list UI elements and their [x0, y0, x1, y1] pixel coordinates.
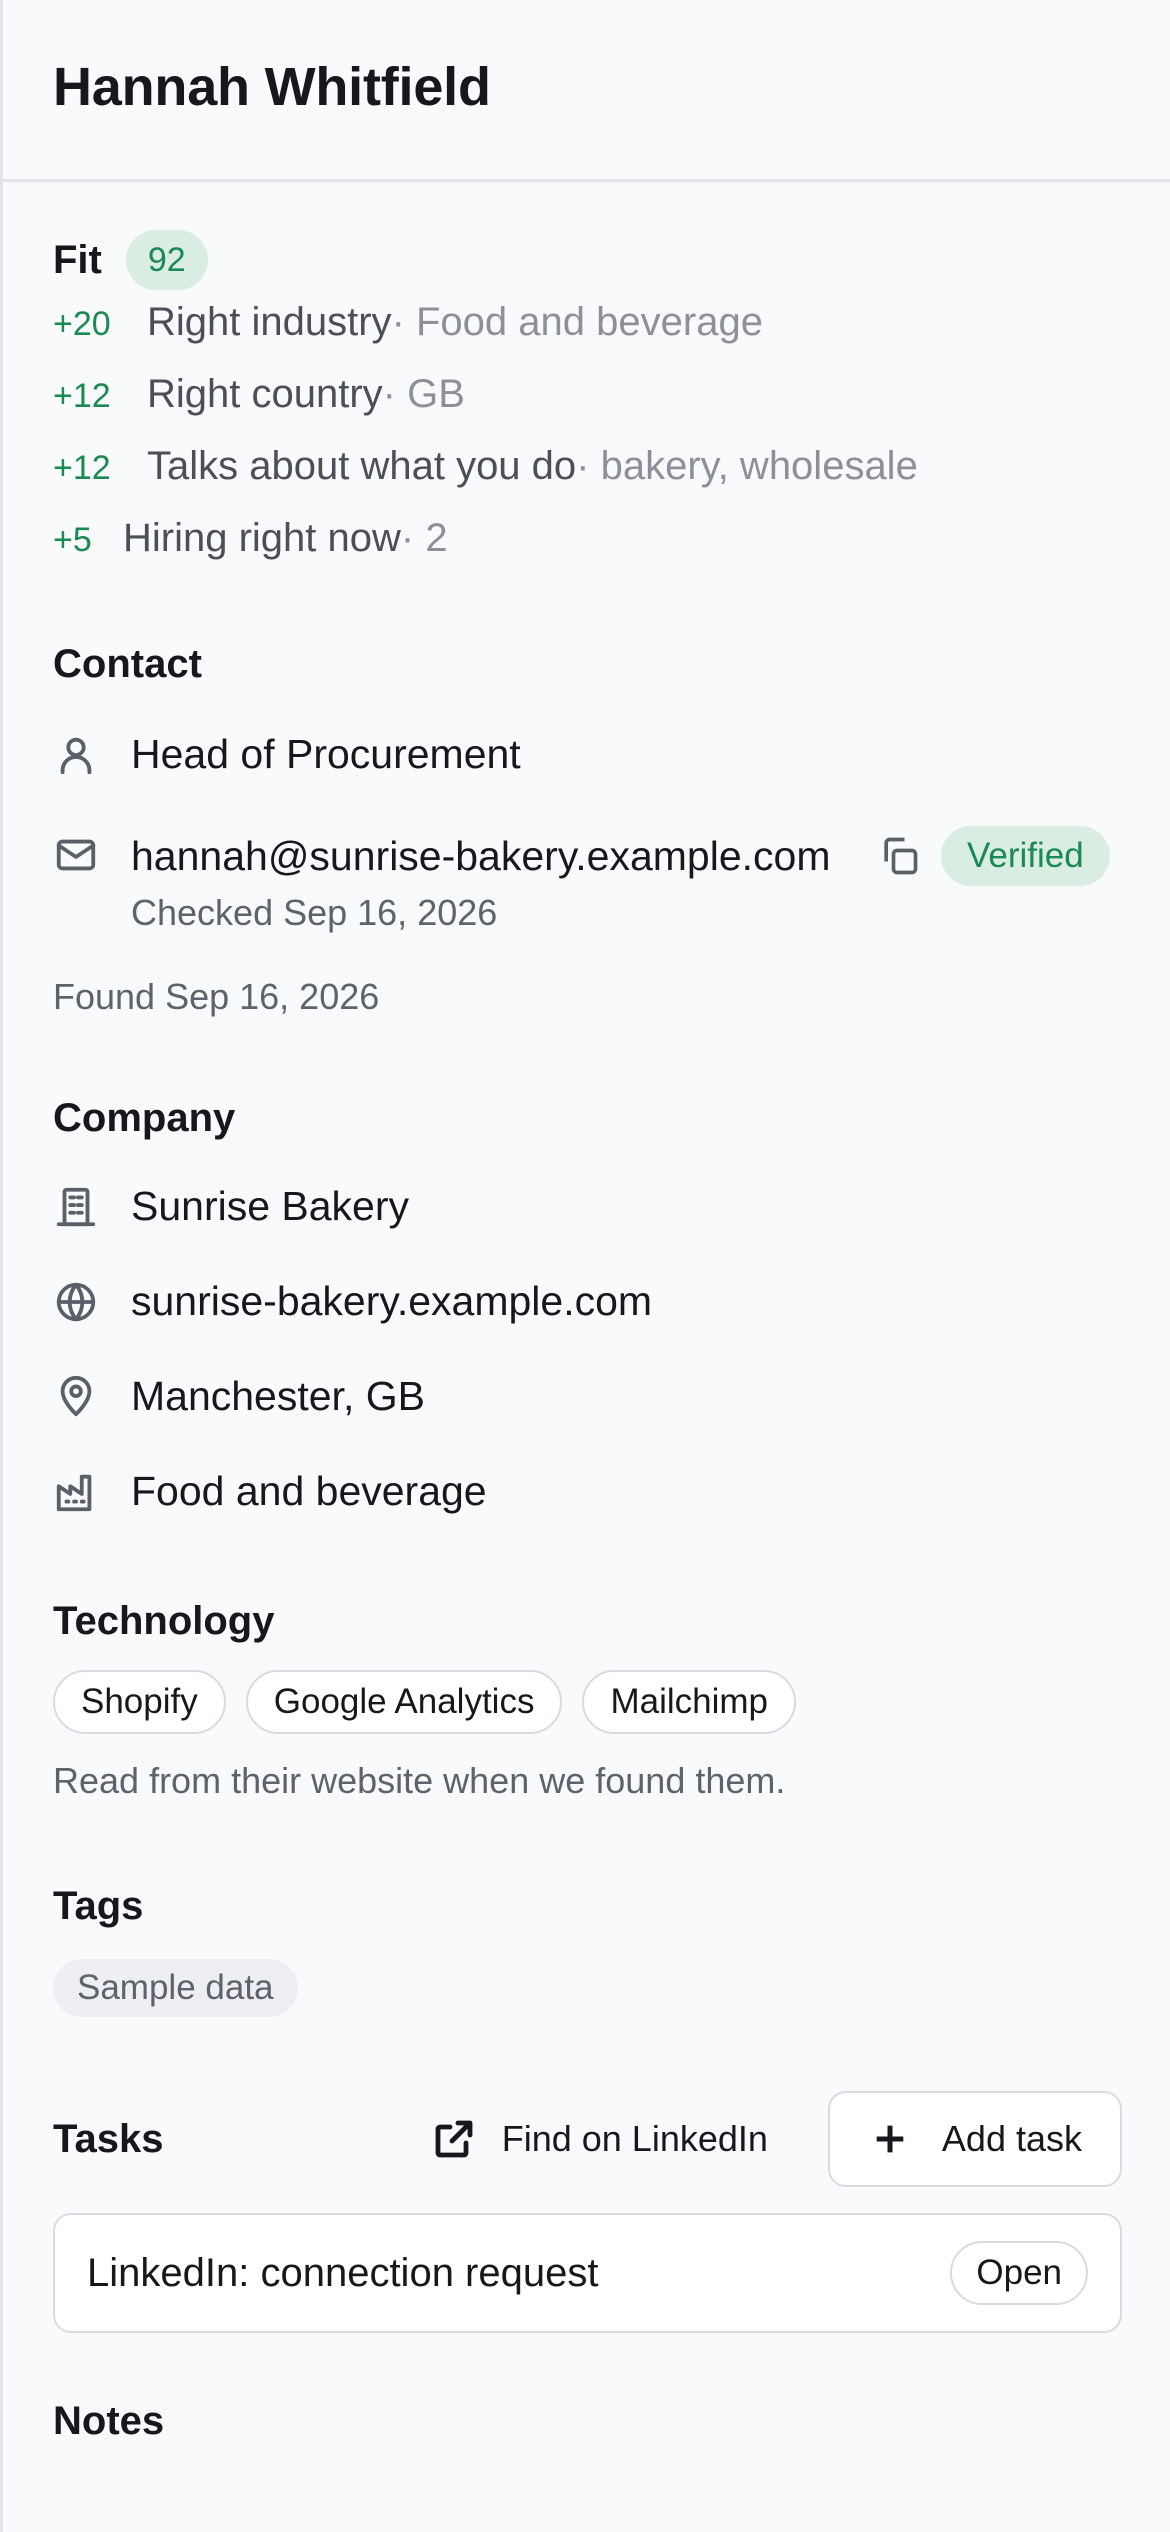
- map-pin-icon: [53, 1374, 131, 1420]
- found-date: Found Sep 16, 2026: [53, 976, 380, 1017]
- company-section: Company Sunrise Bakery sunrise-bakery.ex…: [53, 1096, 1122, 1515]
- fit-detail: bakery, wholesale: [576, 444, 918, 489]
- add-task-button[interactable]: Add task: [827, 2091, 1122, 2187]
- company-name: Sunrise Bakery: [131, 1183, 410, 1229]
- find-on-linkedin-label: Find on LinkedIn: [501, 2118, 768, 2159]
- fit-row: +12 Talks about what you do bakery, whol…: [53, 434, 1122, 506]
- industry-row: Food and beverage: [53, 1468, 1122, 1515]
- job-title: Head of Procurement: [131, 731, 521, 777]
- tasks-header: Tasks Find on LinkedIn Add task: [53, 2091, 1122, 2187]
- location-row: Manchester, GB: [53, 1373, 1122, 1420]
- building-icon: [53, 1184, 131, 1230]
- technology-title: Technology: [53, 1599, 275, 1643]
- tags-title: Tags: [53, 1884, 144, 1928]
- email-row: hannah@sunrise-bakery.example.com Verifi…: [53, 826, 1122, 934]
- task-item[interactable]: LinkedIn: connection request Open: [53, 2213, 1122, 2333]
- fit-row: +12 Right country GB: [53, 362, 1122, 434]
- fit-points: +12: [53, 377, 111, 415]
- email-checked-date: Checked Sep 16, 2026: [131, 892, 498, 933]
- fit-points: +5: [53, 521, 92, 559]
- globe-icon: [53, 1279, 131, 1325]
- verified-badge: Verified: [941, 826, 1110, 886]
- fit-header: Fit 92: [53, 230, 1122, 290]
- external-link-icon: [435, 2120, 473, 2158]
- find-on-linkedin-button[interactable]: Find on LinkedIn: [430, 2115, 768, 2163]
- fit-title: Fit: [53, 237, 102, 282]
- technology-note: Read from their website when we found th…: [53, 1760, 786, 1801]
- fit-label: Right country: [147, 372, 383, 416]
- fit-row: +5 Hiring right now 2: [53, 506, 1122, 578]
- technology-pill: Mailchimp: [582, 1670, 797, 1734]
- job-title-row: Head of Procurement: [53, 731, 1122, 778]
- fit-detail: GB: [383, 372, 465, 417]
- technology-pill: Shopify: [53, 1670, 226, 1734]
- contact-section: Contact Head of Procurement hannah@sunri…: [53, 642, 1122, 1018]
- tasks-title: Tasks: [53, 2116, 164, 2161]
- header: Hannah Whitfield: [3, 0, 1170, 182]
- website-row: sunrise-bakery.example.com: [53, 1278, 1122, 1325]
- fit-points: +20: [53, 305, 111, 343]
- detail-panel: Fit 92 +20 Right industry Food and bever…: [3, 230, 1170, 2444]
- notes-title: Notes: [53, 2399, 165, 2443]
- fit-points: +12: [53, 449, 111, 487]
- factory-icon: [53, 1469, 131, 1515]
- fit-row: +20 Right industry Food and beverage: [53, 290, 1122, 362]
- company-title: Company: [53, 1096, 236, 1140]
- page-title: Hannah Whitfield: [53, 57, 491, 117]
- fit-detail: 2: [401, 516, 447, 561]
- technology-list: Shopify Google Analytics Mailchimp: [53, 1670, 1122, 1734]
- fit-label: Talks about what you do: [147, 444, 577, 488]
- tag-pill: Sample data: [53, 1959, 298, 2017]
- company-name-row: Sunrise Bakery: [53, 1183, 1122, 1230]
- email-address[interactable]: hannah@sunrise-bakery.example.com: [131, 833, 851, 880]
- company-location: Manchester, GB: [131, 1373, 425, 1419]
- task-status-badge[interactable]: Open: [950, 2241, 1088, 2305]
- fit-detail: Food and beverage: [392, 300, 763, 345]
- contact-title: Contact: [53, 642, 202, 686]
- company-industry: Food and beverage: [131, 1468, 487, 1514]
- technology-section: Technology Shopify Google Analytics Mail…: [53, 1599, 1122, 1802]
- plus-icon: [876, 2125, 904, 2153]
- company-website[interactable]: sunrise-bakery.example.com: [131, 1278, 652, 1325]
- mail-icon: [53, 826, 131, 878]
- person-icon: [53, 732, 131, 778]
- add-task-label: Add task: [941, 2118, 1082, 2159]
- fit-score-badge: 92: [125, 230, 208, 290]
- fit-label: Hiring right now: [123, 516, 401, 560]
- task-label: LinkedIn: connection request: [87, 2250, 599, 2295]
- tags-section: Tags Sample data: [53, 1884, 1122, 2017]
- fit-label: Right industry: [147, 300, 392, 344]
- copy-icon[interactable]: [877, 834, 921, 878]
- technology-pill: Google Analytics: [245, 1670, 563, 1734]
